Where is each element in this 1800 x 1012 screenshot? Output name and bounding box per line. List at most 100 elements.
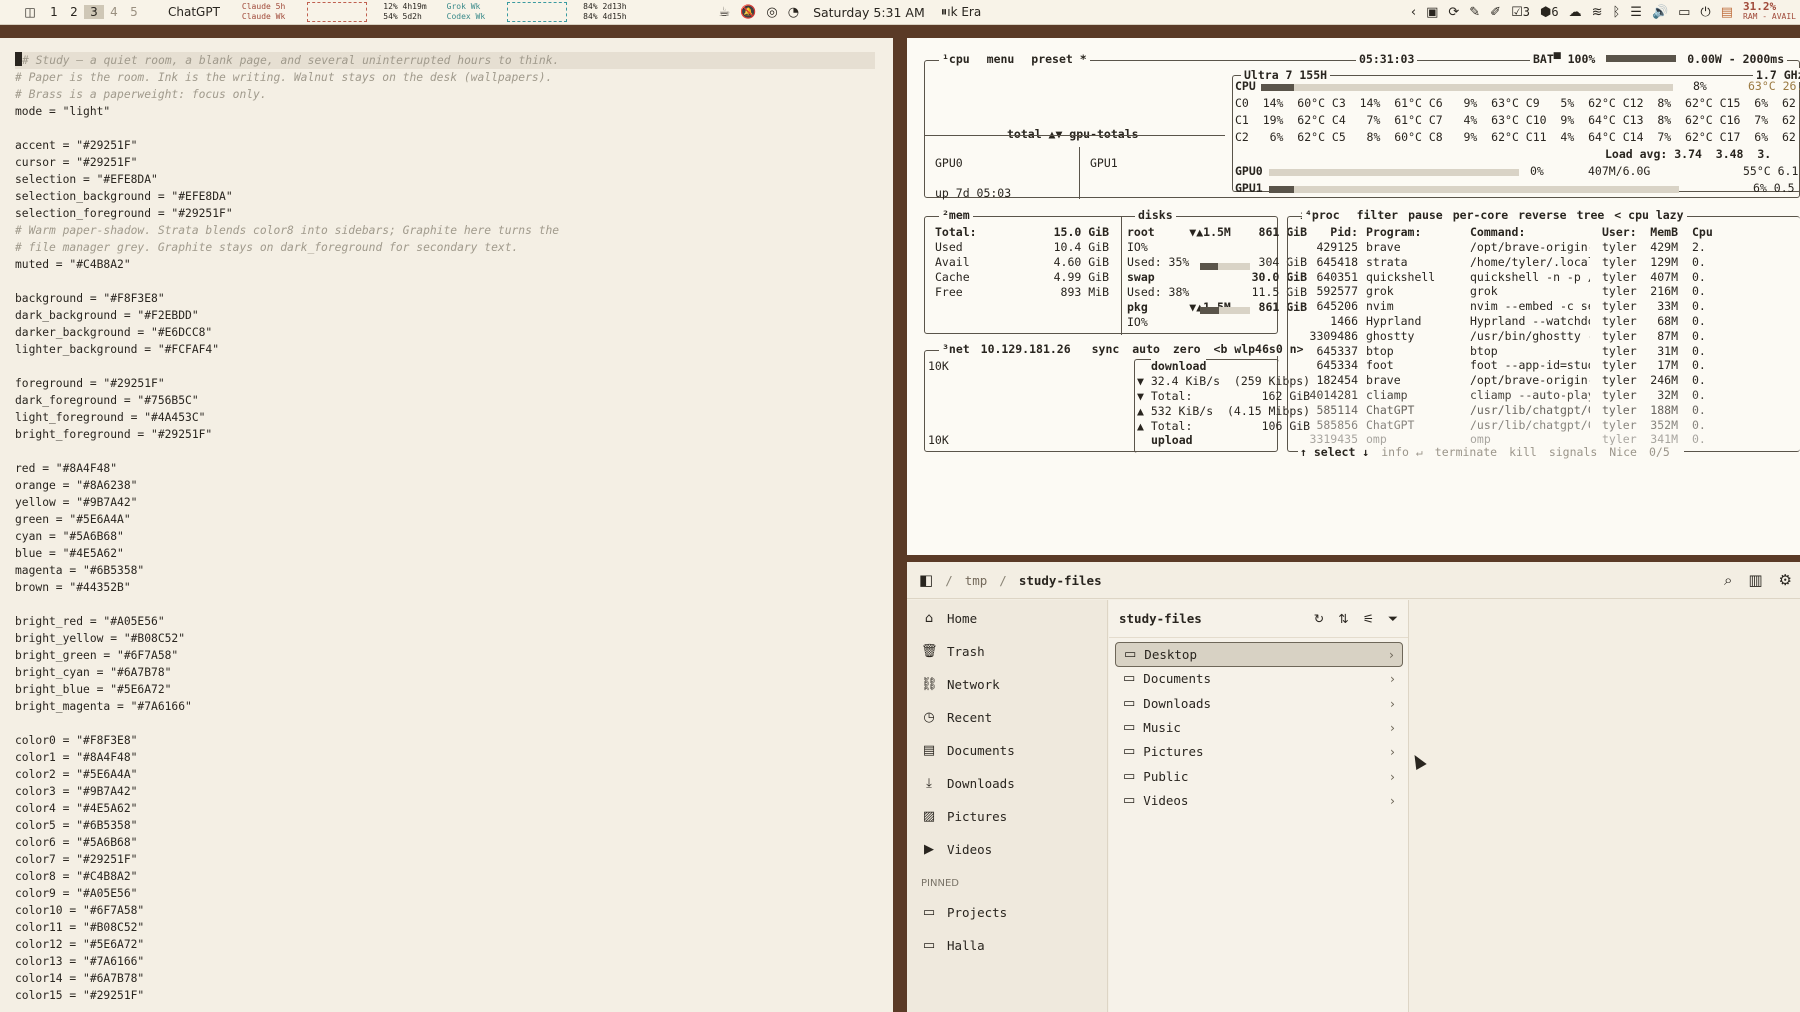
edit-icon[interactable]: ✎ bbox=[1469, 5, 1480, 20]
toggle-sidebar-icon[interactable]: ◧ bbox=[919, 571, 933, 589]
options-icon[interactable]: ⚟ bbox=[1363, 611, 1374, 627]
list-icon[interactable]: ☰ bbox=[1630, 5, 1642, 20]
process-row[interactable]: 645206 nvim nvim --embed -c se tyler 33M 0. bbox=[1288, 299, 1800, 314]
folder-music[interactable]: ▭ Music › bbox=[1115, 715, 1403, 740]
update-interval[interactable]: - 2000ms bbox=[1729, 52, 1784, 66]
folder-pictures[interactable]: ▭ Pictures › bbox=[1115, 739, 1403, 764]
proc-tab[interactable]: tree bbox=[1577, 208, 1605, 222]
swap-used-fill bbox=[1200, 307, 1219, 314]
checklist-badge[interactable]: ☑3 bbox=[1511, 5, 1530, 20]
text-cursor bbox=[15, 52, 22, 66]
sidebar-item-network[interactable]: ⛓ Network bbox=[921, 674, 1000, 694]
cloud-icon[interactable]: ☁ bbox=[1569, 5, 1582, 20]
app-tray-icon[interactable]: ▣ bbox=[1426, 5, 1438, 20]
sidebar-item-documents[interactable]: ▤ Documents bbox=[921, 740, 1015, 760]
process-row[interactable]: 645337 btop btop tyler 31M 0. bbox=[1288, 344, 1800, 359]
sidebar-item-videos[interactable]: ▶ Videos bbox=[921, 839, 992, 859]
proc-footer-action[interactable]: 0/5 bbox=[1649, 445, 1670, 459]
sidebar-item-downloads[interactable]: ⤓ Downloads bbox=[921, 773, 1015, 793]
proc-tab[interactable]: filter bbox=[1357, 208, 1399, 222]
proc-footer-action[interactable]: ↑ select ↓ bbox=[1300, 445, 1369, 459]
sync-icon[interactable]: ⟳ bbox=[1448, 5, 1459, 20]
sidebar-item-recent[interactable]: ◷ Recent bbox=[921, 707, 992, 727]
folder-public[interactable]: ▭ Public › bbox=[1115, 764, 1403, 789]
sidebar-item-pictures[interactable]: ▨ Pictures bbox=[921, 806, 1007, 826]
filter-icon[interactable]: ⏷ bbox=[1388, 611, 1398, 627]
columns-view-icon[interactable]: ▥ bbox=[1748, 571, 1762, 589]
sort-icon[interactable]: ⇅ bbox=[1338, 611, 1348, 627]
process-row[interactable]: 429125 brave/opt/brave-origin-tyler 429M 2. bbox=[1288, 240, 1800, 255]
workspace-2[interactable]: 2 bbox=[64, 5, 84, 19]
process-command: btop bbox=[1470, 343, 1498, 358]
settings-gear-icon[interactable]: ⚙ bbox=[1779, 571, 1792, 589]
breadcrumb-tmp[interactable]: tmp bbox=[965, 573, 988, 588]
proc-tab[interactable]: pause bbox=[1408, 208, 1443, 222]
net-zero-tab[interactable]: zero bbox=[1173, 342, 1201, 356]
btop-window[interactable]: ¹cpu menu preset * 05:31:03 BAT▀ 100% 0.… bbox=[907, 38, 1800, 555]
breadcrumb-current[interactable]: study-files bbox=[1019, 573, 1102, 588]
sidebar-item-trash[interactable]: 🗑 Trash bbox=[921, 641, 985, 661]
power-plug-icon[interactable]: ⏻ bbox=[1700, 5, 1710, 20]
process-command: cliamp --auto-play bbox=[1470, 388, 1590, 402]
process-row[interactable]: 585114 ChatGPT/usr/lib/chatgpt/C tyler 188M… bbox=[1288, 403, 1800, 418]
process-row[interactable]: 4014281 cliamp cliamp --auto-play tyler 32M 0… bbox=[1288, 388, 1800, 403]
notifications-off-icon[interactable]: 🔕 bbox=[740, 5, 756, 20]
folder-desktop[interactable]: ▭ Desktop › bbox=[1115, 642, 1403, 667]
proc-footer-action[interactable]: info ↵ bbox=[1381, 445, 1423, 459]
volume-icon[interactable]: 🔊 bbox=[1652, 5, 1668, 20]
chevron-left-icon[interactable]: ‹ bbox=[1411, 5, 1416, 20]
timer-icon[interactable]: ◔ bbox=[788, 5, 799, 20]
process-row[interactable]: 585856 ChatGPT/usr/lib/chatgpt/C tyler 352M… bbox=[1288, 418, 1800, 433]
wifi-icon[interactable]: ≋ bbox=[1592, 5, 1603, 20]
search-icon[interactable]: ⌕ bbox=[1724, 571, 1732, 589]
proc-header-user[interactable]: User: bbox=[1602, 225, 1642, 239]
ram-widget[interactable]: 31.2% RAM - AVAIL bbox=[1743, 1, 1796, 22]
proc-header-command[interactable]: Command: bbox=[1470, 225, 1590, 239]
cpu-menu-tab[interactable]: menu bbox=[987, 52, 1015, 66]
proc-header-mem[interactable]: MemB bbox=[1644, 225, 1678, 239]
proc-tab[interactable]: per-core bbox=[1453, 208, 1508, 222]
editor-pane[interactable]: # Study — a quiet room, a blank page, an… bbox=[0, 38, 893, 1012]
sidebar-item-home[interactable]: ⌂ Home bbox=[921, 608, 977, 628]
process-row[interactable]: 3309486 ghostty/usr/bin/ghostty - tyler 87M… bbox=[1288, 329, 1800, 344]
notes-icon[interactable]: ✐ bbox=[1490, 5, 1501, 20]
process-row[interactable]: 640351 quickshell quickshell -n -p / tyler 4… bbox=[1288, 270, 1800, 285]
folder-downloads[interactable]: ▭ Downloads › bbox=[1115, 691, 1403, 716]
bluetooth-icon[interactable]: ᛒ bbox=[1612, 5, 1620, 20]
process-row[interactable]: 1466 Hyprland Hyprland --watchdo tyler 68M 0. bbox=[1288, 314, 1800, 329]
workspace-4[interactable]: 4 bbox=[104, 5, 124, 19]
net-auto-tab[interactable]: auto bbox=[1132, 342, 1160, 356]
clock[interactable]: Saturday 5:31 AM bbox=[813, 5, 925, 20]
proc-footer-action[interactable]: Nice bbox=[1609, 445, 1637, 459]
proc-tab[interactable]: < cpu lazy bbox=[1614, 208, 1683, 222]
workspace-5[interactable]: 5 bbox=[124, 5, 144, 19]
pinned-item-projects[interactable]: ▭ Projects bbox=[921, 902, 1007, 922]
coffee-icon[interactable]: ☕ bbox=[719, 5, 731, 20]
graph-label[interactable]: total ▲▼ gpu-totals bbox=[1005, 127, 1141, 141]
process-row[interactable]: 182454 brave/opt/brave-origin-tyler 246M 0. bbox=[1288, 373, 1800, 388]
net-sync-tab[interactable]: sync bbox=[1092, 342, 1120, 356]
display-icon[interactable]: ▭ bbox=[1678, 5, 1690, 20]
cpu-preset-tab[interactable]: preset * bbox=[1031, 52, 1086, 66]
gpu0-row-label: GPU0 bbox=[1235, 164, 1263, 178]
updates-badge[interactable]: ⬢6 bbox=[1540, 5, 1559, 20]
refresh-icon[interactable]: ↻ bbox=[1314, 611, 1324, 627]
proc-tab[interactable]: reverse bbox=[1518, 208, 1566, 222]
process-row[interactable]: 645334 foot foot --app-id=stud tyler 17M 0. bbox=[1288, 358, 1800, 373]
fingerprint-icon[interactable]: ◎ bbox=[766, 5, 777, 20]
workspace-overview-icon[interactable]: ◫ bbox=[20, 5, 40, 19]
proc-footer-action[interactable]: kill bbox=[1509, 445, 1537, 459]
folder-documents[interactable]: ▭ Documents › bbox=[1115, 666, 1403, 691]
proc-header-pid[interactable]: Pid: bbox=[1298, 225, 1358, 239]
proc-footer-action[interactable]: terminate bbox=[1435, 445, 1497, 459]
proc-header-cpu[interactable]: Cpu bbox=[1692, 225, 1732, 239]
pinned-item-halla[interactable]: ▭ Halla bbox=[921, 935, 985, 955]
workspace-1[interactable]: 1 bbox=[44, 5, 64, 19]
folder-videos[interactable]: ▭ Videos › bbox=[1115, 788, 1403, 813]
process-row[interactable]: 592577 grok grok tyler 216M 0. bbox=[1288, 284, 1800, 299]
process-row[interactable]: 645418 strata/home/tyler/.local tyler 129M 0… bbox=[1288, 255, 1800, 270]
proc-header-program[interactable]: Program: bbox=[1366, 225, 1466, 239]
proc-footer-action[interactable]: signals bbox=[1549, 445, 1597, 459]
workspace-3[interactable]: 3 bbox=[84, 5, 104, 19]
now-playing[interactable]: ık Era bbox=[947, 5, 981, 19]
